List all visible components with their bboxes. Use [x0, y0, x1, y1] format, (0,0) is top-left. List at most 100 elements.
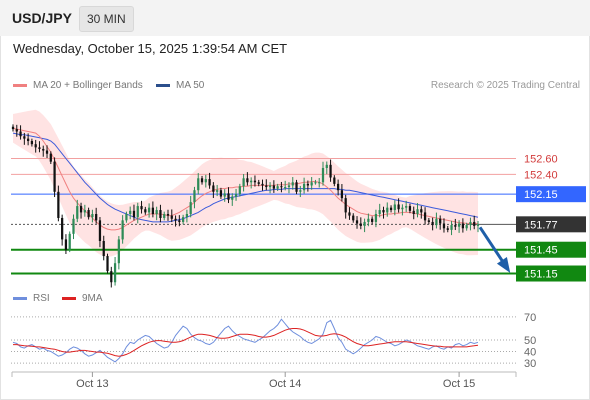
level-label: 151.77	[524, 219, 558, 231]
candle-body	[359, 223, 362, 226]
candle-body	[318, 182, 321, 184]
candle-body	[340, 190, 344, 199]
candle-body	[431, 221, 434, 226]
forecast-arrow-head	[496, 257, 511, 273]
candle-body	[314, 182, 317, 184]
candle-body	[439, 218, 442, 224]
candle-body	[234, 194, 238, 197]
candle-body	[352, 215, 355, 221]
candle-body	[200, 178, 204, 183]
candle-body	[450, 225, 453, 230]
candle-body	[393, 204, 396, 211]
candle-body	[64, 239, 68, 250]
x-tick-label: Oct 14	[269, 378, 301, 390]
candle-body	[110, 271, 113, 283]
candle-body	[253, 180, 257, 183]
candle-body	[117, 239, 120, 264]
candle-body	[76, 206, 79, 219]
candle-body	[144, 209, 147, 213]
candle-body	[223, 193, 226, 197]
rsi-tick-label: 40	[524, 347, 536, 359]
bollinger-band	[13, 109, 478, 257]
candle-body	[72, 218, 75, 234]
candle-body	[11, 126, 15, 130]
candle-body	[53, 161, 56, 192]
candle-body	[442, 223, 446, 229]
candle-body	[136, 206, 139, 218]
candle-body	[374, 214, 378, 222]
candle-body	[49, 153, 52, 162]
candle-body	[219, 190, 223, 197]
candle-body	[302, 183, 306, 191]
candle-body	[159, 210, 162, 218]
candle-body	[408, 206, 412, 211]
level-label: 151.15	[524, 269, 558, 281]
candle-body	[401, 207, 404, 210]
candle-body	[178, 220, 181, 222]
candle-body	[367, 218, 370, 222]
candle-body	[189, 202, 192, 215]
candle-body	[280, 186, 283, 188]
candle-body	[34, 144, 37, 148]
candle-body	[336, 183, 340, 191]
candle-body	[382, 210, 385, 213]
candle-body	[166, 214, 170, 216]
candle-body	[163, 214, 166, 218]
candle-body	[397, 204, 400, 210]
candle-body	[227, 193, 230, 200]
candle-body	[287, 185, 291, 188]
candle-body	[26, 138, 30, 142]
candle-body	[363, 221, 366, 226]
candle-body	[155, 210, 158, 215]
candle-body	[170, 215, 173, 219]
candle-body	[412, 210, 415, 215]
rsi-line	[12, 318, 479, 363]
candle-body	[435, 218, 438, 226]
candle-body	[91, 214, 94, 218]
candle-body	[102, 240, 105, 257]
candle-body	[276, 186, 279, 189]
candle-body	[371, 218, 374, 222]
candle-body	[193, 190, 196, 203]
candle-body	[272, 185, 275, 189]
candle-body	[310, 182, 313, 186]
candle-body	[68, 233, 71, 250]
candle-body	[389, 207, 393, 211]
candle-body	[321, 167, 325, 183]
candle-body	[465, 225, 468, 229]
x-tick-label: Oct 13	[76, 378, 108, 390]
candle-body	[15, 129, 18, 132]
candle-body	[212, 185, 215, 192]
candle-body	[295, 182, 298, 192]
rsi-tick-label: 70	[524, 312, 536, 324]
candle-body	[378, 210, 381, 215]
level-label: 152.60	[524, 153, 558, 165]
candle-body	[469, 221, 472, 226]
candle-body	[257, 182, 260, 184]
candle-body	[132, 210, 136, 218]
candle-body	[208, 179, 211, 186]
candle-body	[42, 148, 45, 151]
candle-body	[355, 220, 359, 224]
candle-body	[83, 210, 86, 213]
candle-body	[238, 186, 241, 195]
candle-body	[333, 177, 336, 184]
x-tick-label: Oct 15	[443, 378, 475, 390]
candle-body	[140, 206, 143, 210]
candle-body	[329, 164, 332, 178]
candle-body	[38, 147, 41, 149]
candle-body	[45, 150, 49, 154]
candle-body	[325, 164, 328, 168]
candle-body	[197, 178, 200, 191]
candle-body	[427, 220, 430, 222]
candle-body	[348, 212, 351, 216]
candle-body	[61, 217, 64, 240]
candle-body	[457, 223, 461, 227]
candle-body	[95, 214, 98, 221]
candle-body	[19, 131, 22, 137]
candle-body	[268, 185, 272, 188]
candle-body	[416, 209, 419, 215]
candle-body	[121, 220, 124, 240]
candle-body	[106, 256, 109, 272]
candle-body	[204, 179, 207, 183]
